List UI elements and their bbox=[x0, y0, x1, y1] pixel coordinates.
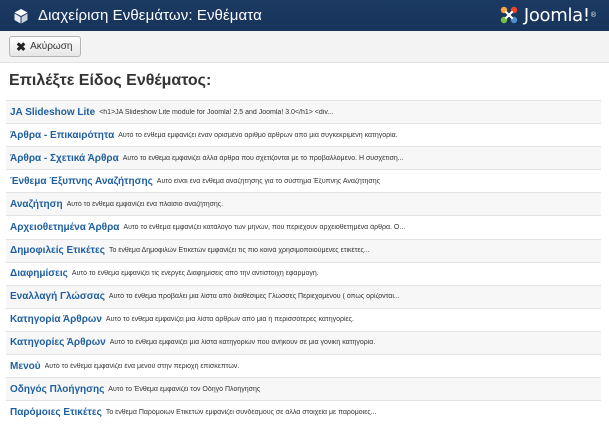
module-description: Αυτό το ένθεμα εμφανίζει ένα πλαίσιο ανα… bbox=[66, 200, 224, 208]
module-description: Αυτό το ένθεμα εμφανίζει κατάλογο των μη… bbox=[123, 224, 406, 232]
close-icon: ✖ bbox=[16, 39, 27, 54]
module-description: Το ένθεμα Δημοφιλών Ετικετών εμφανίζει τ… bbox=[108, 247, 370, 255]
module-link[interactable]: Μενού bbox=[10, 361, 41, 372]
module-link[interactable]: Άρθρα - Επικαιρότητα bbox=[10, 130, 114, 141]
list-item: Δημοφιλείς Ετικέτες Το ένθεμα Δημοφιλών Ε… bbox=[6, 238, 601, 262]
joomla-logo-reg: ® bbox=[590, 11, 596, 19]
module-link[interactable]: Ένθεμα Έξυπνης Αναζήτησης bbox=[10, 176, 153, 187]
module-description: Αυτό το Ένθεμα εμφανίζει τον Οδηγό Πλοήγ… bbox=[108, 385, 261, 393]
module-description: Αυτό το ένθεμα προβάλει μια λίστα από δι… bbox=[108, 293, 400, 301]
joomla-logo-text: Joomla! bbox=[523, 4, 590, 26]
module-link[interactable]: Άρθρα - Σχετικά Άρθρα bbox=[10, 153, 119, 164]
page-title: Διαχείριση Ενθεμάτων: Ενθέματα bbox=[38, 7, 262, 24]
module-link[interactable]: Κατηγορία Άρθρων bbox=[10, 314, 102, 325]
joomla-logo: Joomla! ® bbox=[498, 3, 596, 27]
module-description: Το ένθεμα Παρόμοιων Ετικετών εμφανίζει σ… bbox=[105, 408, 377, 416]
module-link[interactable]: Δημοφιλείς Ετικέτες bbox=[10, 245, 105, 256]
module-description: Αυτό είναι ένα ένθεμα αναζήτησης για το … bbox=[156, 177, 381, 185]
module-description: Αυτό το ένθεμα εμφανίζει ένα μενού στην … bbox=[44, 362, 240, 370]
module-link[interactable]: Παρόμοιες Ετικέτες bbox=[10, 407, 102, 418]
list-item: Αρχειοθετημένα Άρθρα Αυτό το ένθεμα εμφαν… bbox=[6, 215, 601, 238]
module-link[interactable]: Κατηγορίες Άρθρων bbox=[10, 337, 106, 348]
joomla-logo-icon bbox=[500, 6, 518, 24]
module-type-list: JA Slideshow Lite <h1>JA Slideshow Lite m… bbox=[6, 100, 601, 423]
module-description: Αυτό το ένθεμα εμφανίζει τις ενεργές Δια… bbox=[71, 270, 319, 278]
module-description: Αυτό το ένθεμα εμφανίζει μια λίστα άρθρω… bbox=[105, 316, 354, 324]
module-link[interactable]: Αρχειοθετημένα Άρθρα bbox=[10, 222, 119, 233]
module-description: Αυτό το ένθεμα εμφανίζει άλλα άρθρα που … bbox=[122, 154, 404, 162]
module-link[interactable]: JA Slideshow Lite bbox=[10, 107, 95, 118]
list-item: Άρθρα - Σχετικά Άρθρα Αυτό το ένθεμα εμφα… bbox=[6, 146, 601, 170]
list-item: Διαφημίσεις Αυτό το ένθεμα εμφανίζει τις … bbox=[6, 261, 601, 285]
cube-icon bbox=[13, 8, 29, 24]
module-link[interactable]: Αναζήτηση bbox=[10, 199, 63, 210]
list-item: Κατηγορία Άρθρων Αυτό το ένθεμα εμφανίζει… bbox=[6, 307, 601, 331]
module-link[interactable]: Οδηγός Πλοήγησης bbox=[10, 384, 104, 395]
module-link[interactable]: Εναλλαγή Γλώσσας bbox=[10, 291, 105, 302]
toolbar: ✖ Ακύρωση bbox=[0, 31, 609, 63]
module-description: <h1>JA Slideshow Lite module for Joomla!… bbox=[99, 108, 334, 116]
list-item: Αναζήτηση Αυτό το ένθεμα εμφανίζει ένα πλ… bbox=[6, 192, 601, 216]
list-item: Παρόμοιες Ετικέτες Το ένθεμα Παρόμοιων Ετ… bbox=[6, 400, 601, 423]
list-item: JA Slideshow Lite <h1>JA Slideshow Lite m… bbox=[6, 100, 601, 124]
list-item: Κατηγορίες Άρθρων Αυτό το ένθεμα εμφανίζε… bbox=[6, 330, 601, 355]
module-description: Αυτό το ένθεμα εμφανίζει μια λίστα κατηγ… bbox=[109, 339, 376, 347]
cancel-button-label: Ακύρωση bbox=[30, 41, 73, 52]
list-item: Άρθρα - Επικαιρότητα Αυτό το ένθεμα εμφαν… bbox=[6, 123, 601, 146]
page-header: Διαχείριση Ενθεμάτων: Ενθέματα Joomla! ® bbox=[0, 0, 609, 31]
module-description: Αυτό το ένθεμα εμφανίζει έναν ορισμένο α… bbox=[118, 131, 398, 139]
list-item: Οδηγός Πλοήγησης Αυτό το Ένθεμα εμφανίζει… bbox=[6, 377, 601, 401]
list-item: Ένθεμα Έξυπνης Αναζήτησης Αυτό είναι ένα … bbox=[6, 169, 601, 192]
page-heading: Επιλέξτε Είδος Ενθέματος: bbox=[9, 72, 212, 89]
list-item: Μενού Αυτό το ένθεμα εμφανίζει ένα μενού … bbox=[6, 354, 601, 377]
module-link[interactable]: Διαφημίσεις bbox=[10, 268, 68, 279]
cancel-button[interactable]: ✖ Ακύρωση bbox=[9, 36, 82, 57]
list-item: Εναλλαγή Γλώσσας Αυτό το ένθεμα προβάλει … bbox=[6, 284, 601, 308]
